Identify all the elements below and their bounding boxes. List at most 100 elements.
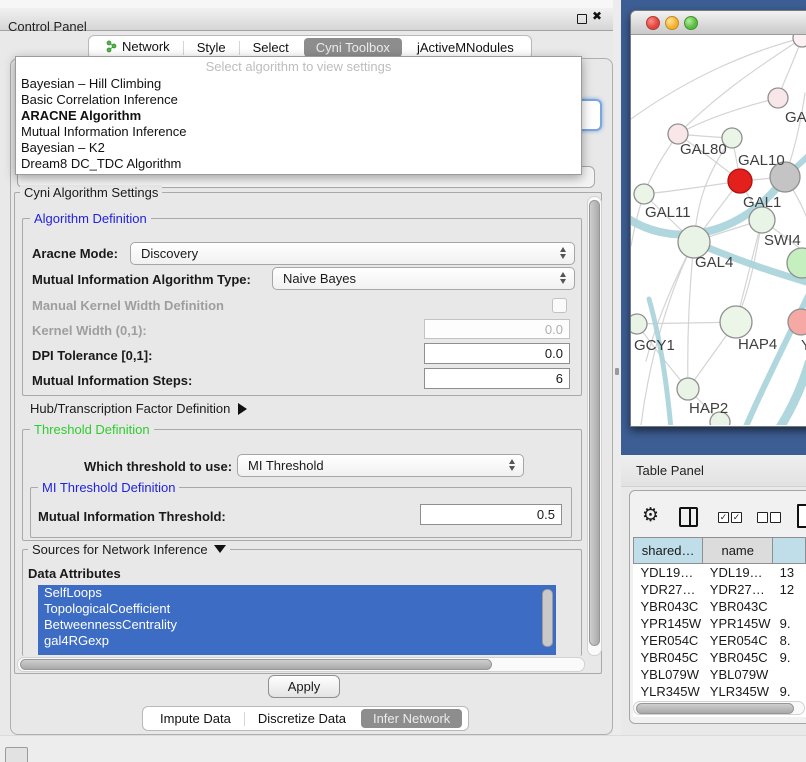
table-cell: YPR145W — [703, 615, 773, 632]
document-icon[interactable] — [797, 504, 806, 528]
table-cell: 12 — [773, 581, 806, 598]
tab-infer-network[interactable]: Infer Network — [361, 709, 462, 728]
tab-style[interactable]: Style — [184, 40, 239, 55]
network-node[interactable] — [631, 314, 647, 334]
cyni-mode-tabbar: Impute Data Discretize Data Infer Networ… — [142, 706, 469, 731]
bottom-strip — [0, 735, 806, 762]
network-canvas[interactable]: GALGAL80GAL10GAL11GAL1SWI4GAL4GCY1HAP4YH… — [631, 35, 806, 425]
gear-icon[interactable]: ⚙ — [642, 504, 659, 526]
table-cell: YPR145W — [634, 615, 703, 632]
mi-type-label: Mutual Information Algorithm Type: — [32, 272, 251, 287]
attribute-item[interactable]: TopologicalCoefficient — [38, 601, 556, 617]
table-cell: 9. — [773, 683, 806, 700]
algorithm-option[interactable]: Mutual Information Inference — [16, 124, 581, 140]
table-cell: 13 — [773, 564, 806, 582]
column-header[interactable]: name — [703, 538, 773, 564]
table-cell: YDR27… — [703, 581, 773, 598]
table-row[interactable]: YLR345WYLR345W9. — [634, 683, 806, 700]
table-cell: 9. — [773, 615, 806, 632]
minimize-traffic-light[interactable] — [665, 16, 679, 30]
combo-arrows-icon — [560, 247, 566, 259]
network-node[interactable] — [677, 378, 699, 400]
network-node[interactable] — [720, 306, 752, 338]
network-edge — [678, 38, 802, 134]
hub-definition-toggle[interactable]: Hub/Transcription Factor Definition — [30, 401, 247, 416]
splitter-handle[interactable] — [615, 368, 619, 375]
table-row[interactable]: YDR27…YDR27…12 — [634, 581, 806, 598]
checked-checkbox-icon[interactable]: ✓ — [718, 512, 729, 523]
collapse-down-icon — [214, 545, 226, 553]
tab-select[interactable]: Select — [240, 40, 302, 55]
apply-button[interactable]: Apply — [268, 675, 340, 698]
aracne-mode-label: Aracne Mode: — [32, 246, 118, 261]
dpi-tolerance-field[interactable]: 0.0 — [424, 343, 570, 364]
table-cell: YLR345W — [634, 683, 703, 700]
algorithm-option[interactable]: Dream8 DC_TDC Algorithm — [16, 156, 581, 172]
network-node[interactable] — [634, 184, 654, 204]
close-traffic-light[interactable] — [646, 16, 660, 30]
unchecked-checkbox-icon[interactable] — [757, 512, 768, 523]
table-row[interactable]: YER054CYER054C8. — [634, 632, 806, 649]
network-window[interactable]: GALGAL80GAL10GAL11GAL1SWI4GAL4GCY1HAP4YH… — [630, 10, 806, 427]
attribute-item[interactable]: gal4RGexp — [38, 633, 556, 649]
algorithm-option[interactable]: Bayesian – K2 — [16, 140, 581, 156]
expand-right-icon — [238, 403, 247, 415]
tab-impute-data[interactable]: Impute Data — [147, 711, 244, 726]
tab-jactivemnodules[interactable]: jActiveMNodules — [404, 40, 527, 55]
cyni-settings-title: Cyni Algorithm Settings — [20, 185, 162, 200]
zoom-traffic-light[interactable] — [684, 16, 698, 30]
checked-checkbox-icon[interactable]: ✓ — [731, 512, 742, 523]
mi-type-value: Naive Bayes — [283, 271, 356, 286]
algorithm-option-selected[interactable]: ARACNE Algorithm — [16, 108, 581, 124]
column-header[interactable] — [773, 538, 806, 564]
algorithm-option[interactable]: Bayesian – Hill Climbing — [16, 76, 581, 92]
kernel-width-field[interactable]: 0.0 — [424, 319, 570, 339]
network-node[interactable] — [768, 88, 788, 108]
close-icon[interactable]: ✖ — [592, 9, 602, 23]
column-header[interactable]: shared… — [634, 538, 703, 564]
network-node[interactable] — [793, 35, 806, 47]
algorithm-option[interactable]: Basic Correlation Inference — [16, 92, 581, 108]
table-cell: YBR043C — [703, 598, 773, 615]
network-node[interactable] — [728, 169, 752, 193]
table-row[interactable]: YPR145WYPR145W9. — [634, 615, 806, 632]
mi-type-select[interactable]: Naive Bayes — [272, 267, 575, 290]
which-threshold-label: Which threshold to use: — [84, 459, 232, 474]
attribute-item[interactable]: BetweennessCentrality — [38, 617, 556, 633]
mi-steps-field[interactable]: 6 — [424, 368, 570, 389]
which-threshold-select[interactable]: MI Threshold — [237, 454, 524, 477]
settings-horizontal-scrollbar[interactable] — [17, 657, 585, 672]
table-row[interactable]: YBR045CYBR045C9. — [634, 649, 806, 666]
table-row[interactable]: YDL19…YDL19…13 — [634, 564, 806, 582]
table-row[interactable]: YBR043CYBR043C — [634, 598, 806, 615]
table-cell: YER054C — [703, 632, 773, 649]
attribute-item[interactable]: SelfLoops — [38, 585, 556, 601]
table-cell: YBL079W — [703, 666, 773, 683]
table-horizontal-scrollbar[interactable] — [633, 701, 805, 715]
sources-toggle[interactable]: Sources for Network Inference — [28, 542, 230, 557]
unchecked-checkbox-icon[interactable] — [770, 512, 781, 523]
which-threshold-value: MI Threshold — [248, 458, 324, 473]
tab-cyni-toolbox[interactable]: Cyni Toolbox — [304, 38, 402, 57]
columns-icon[interactable] — [679, 507, 698, 527]
app-screen: Control Panel ✖ Network Style Select Cyn… — [0, 0, 806, 762]
float-window-icon[interactable] — [577, 14, 587, 24]
mi-threshold-label: Mutual Information Threshold: — [38, 509, 226, 524]
combo-arrows-icon — [560, 272, 566, 284]
attribute-list-scrollbar[interactable] — [542, 589, 553, 647]
tab-discretize-data[interactable]: Discretize Data — [245, 711, 359, 726]
network-node-label: GAL4 — [695, 254, 733, 271]
data-attributes-list[interactable]: SelfLoops TopologicalCoefficient Between… — [38, 585, 556, 655]
tab-network[interactable]: Network — [93, 39, 183, 56]
aracne-mode-select[interactable]: Discovery — [130, 242, 575, 265]
minimized-panel-icon[interactable] — [5, 747, 28, 762]
network-node-label: GAL10 — [738, 152, 785, 169]
mi-threshold-field[interactable]: 0.5 — [420, 504, 562, 525]
network-window-titlebar[interactable] — [631, 11, 806, 35]
network-canvas-svg: GALGAL80GAL10GAL11GAL1SWI4GAL4GCY1HAP4YH… — [631, 35, 806, 425]
manual-kernel-checkbox[interactable] — [552, 298, 567, 313]
table-cell: YLR345W — [703, 683, 773, 700]
network-node-label: HAP4 — [738, 336, 777, 353]
settings-vertical-scrollbar[interactable] — [587, 196, 602, 656]
table-row[interactable]: YBL079WYBL079W — [634, 666, 806, 683]
